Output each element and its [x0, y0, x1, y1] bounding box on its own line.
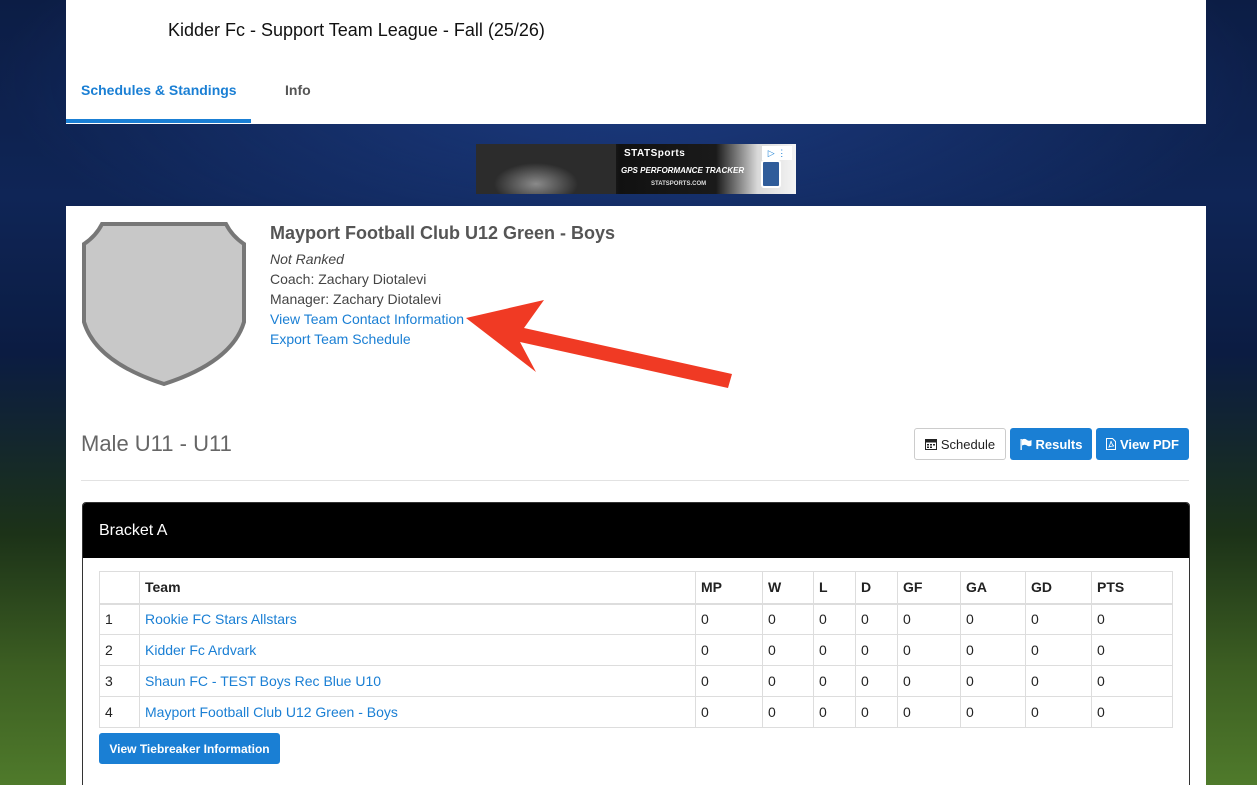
- league-title: Kidder Fc - Support Team League - Fall (…: [168, 20, 545, 40]
- row-gd: 0: [1025, 665, 1092, 697]
- table-row: 2 Kidder Fc Ardvark 0 0 0 0 0 0 0 0: [99, 634, 1173, 666]
- section-divider: [81, 480, 1189, 481]
- row-rank: 3: [99, 665, 140, 697]
- standings-header-row: Team MP W L D GF GA GD PTS: [99, 571, 1173, 605]
- team-shield-placeholder-icon: [82, 222, 246, 386]
- row-d: 0: [855, 603, 898, 635]
- row-ga: 0: [960, 603, 1026, 635]
- view-pdf-button-label: View PDF: [1119, 436, 1179, 452]
- row-ga: 0: [960, 665, 1026, 697]
- bracket-title: Bracket A: [83, 503, 1189, 558]
- row-gf: 0: [897, 696, 961, 728]
- row-gd: 0: [1025, 696, 1092, 728]
- ad-url: STATSPORTS.COM: [651, 181, 707, 187]
- team-name: Mayport Football Club U12 Green - Boys: [270, 223, 616, 243]
- view-tiebreaker-button[interactable]: View Tiebreaker Information: [99, 733, 280, 764]
- schedule-button-label: Schedule: [940, 436, 996, 452]
- row-w: 0: [762, 696, 814, 728]
- schedule-button[interactable]: Schedule: [914, 428, 1006, 460]
- pdf-file-icon: [1105, 438, 1116, 450]
- row-ga: 0: [960, 696, 1026, 728]
- column-header-rank: [99, 571, 140, 605]
- row-gf: 0: [897, 665, 961, 697]
- row-team-link[interactable]: Kidder Fc Ardvark: [139, 634, 696, 666]
- row-w: 0: [762, 603, 814, 635]
- annotation-arrow-icon: [466, 300, 732, 388]
- ad-brand-logo: STATSports: [624, 148, 686, 159]
- row-team-link[interactable]: Rookie FC Stars Allstars: [139, 603, 696, 635]
- ad-device-image: [761, 160, 781, 188]
- results-button-label: Results: [1035, 436, 1083, 452]
- column-header-w: W: [762, 571, 814, 605]
- row-l: 0: [813, 634, 856, 666]
- row-gd: 0: [1025, 603, 1092, 635]
- row-mp: 0: [695, 696, 763, 728]
- row-pts: 0: [1091, 603, 1173, 635]
- row-gf: 0: [897, 603, 961, 635]
- row-l: 0: [813, 603, 856, 635]
- flag-icon: [1020, 438, 1032, 450]
- tab-info[interactable]: Info: [285, 82, 311, 98]
- row-d: 0: [855, 634, 898, 666]
- ad-choices-icon[interactable]: ▷ ⋮: [762, 146, 792, 160]
- table-row: 3 Shaun FC - TEST Boys Rec Blue U10 0 0 …: [99, 665, 1173, 697]
- column-header-pts: PTS: [1091, 571, 1173, 605]
- row-ga: 0: [960, 634, 1026, 666]
- team-manager: Manager: Zachary Diotalevi: [270, 291, 442, 307]
- row-mp: 0: [695, 603, 763, 635]
- export-team-schedule-link[interactable]: Export Team Schedule: [270, 331, 411, 347]
- view-pdf-button[interactable]: View PDF: [1096, 428, 1189, 460]
- table-row: 4 Mayport Football Club U12 Green - Boys…: [99, 696, 1173, 728]
- row-pts: 0: [1091, 634, 1173, 666]
- ad-tagline: GPS PERFORMANCE TRACKER: [621, 166, 745, 175]
- table-row: 1 Rookie FC Stars Allstars 0 0 0 0 0 0 0…: [99, 603, 1173, 635]
- column-header-mp: MP: [695, 571, 763, 605]
- column-header-gf: GF: [897, 571, 961, 605]
- row-gd: 0: [1025, 634, 1092, 666]
- standings-table: Team MP W L D GF GA GD PTS 1 Rookie FC S…: [99, 571, 1173, 728]
- row-pts: 0: [1091, 665, 1173, 697]
- column-header-ga: GA: [960, 571, 1026, 605]
- tab-schedules-standings[interactable]: Schedules & Standings: [81, 82, 237, 98]
- team-coach: Coach: Zachary Diotalevi: [270, 271, 427, 287]
- row-gf: 0: [897, 634, 961, 666]
- ad-athlete-image: [476, 144, 616, 194]
- active-tab-indicator: [66, 119, 251, 123]
- division-title: Male U11 - U11: [81, 431, 232, 456]
- row-rank: 2: [99, 634, 140, 666]
- row-rank: 1: [99, 603, 140, 635]
- row-team-link[interactable]: Shaun FC - TEST Boys Rec Blue U10: [139, 665, 696, 697]
- results-button[interactable]: Results: [1010, 428, 1092, 460]
- column-header-l: L: [813, 571, 856, 605]
- column-header-team: Team: [139, 571, 696, 605]
- row-d: 0: [855, 696, 898, 728]
- team-content-card: Mayport Football Club U12 Green - Boys N…: [66, 206, 1206, 785]
- row-w: 0: [762, 634, 814, 666]
- calendar-icon: [924, 439, 937, 450]
- row-rank: 4: [99, 696, 140, 728]
- row-l: 0: [813, 696, 856, 728]
- view-team-contact-link[interactable]: View Team Contact Information: [270, 311, 464, 327]
- row-pts: 0: [1091, 696, 1173, 728]
- row-team-link[interactable]: Mayport Football Club U12 Green - Boys: [139, 696, 696, 728]
- league-header: Kidder Fc - Support Team League - Fall (…: [66, 0, 1206, 124]
- advertisement-banner[interactable]: STATSports GPS PERFORMANCE TRACKER STATS…: [476, 144, 796, 194]
- row-mp: 0: [695, 634, 763, 666]
- column-header-gd: GD: [1025, 571, 1092, 605]
- row-d: 0: [855, 665, 898, 697]
- column-header-d: D: [855, 571, 898, 605]
- row-w: 0: [762, 665, 814, 697]
- row-l: 0: [813, 665, 856, 697]
- bracket-panel: Bracket A Team MP W L D GF GA GD PTS 1 R…: [82, 502, 1190, 785]
- team-ranking: Not Ranked: [270, 251, 344, 267]
- row-mp: 0: [695, 665, 763, 697]
